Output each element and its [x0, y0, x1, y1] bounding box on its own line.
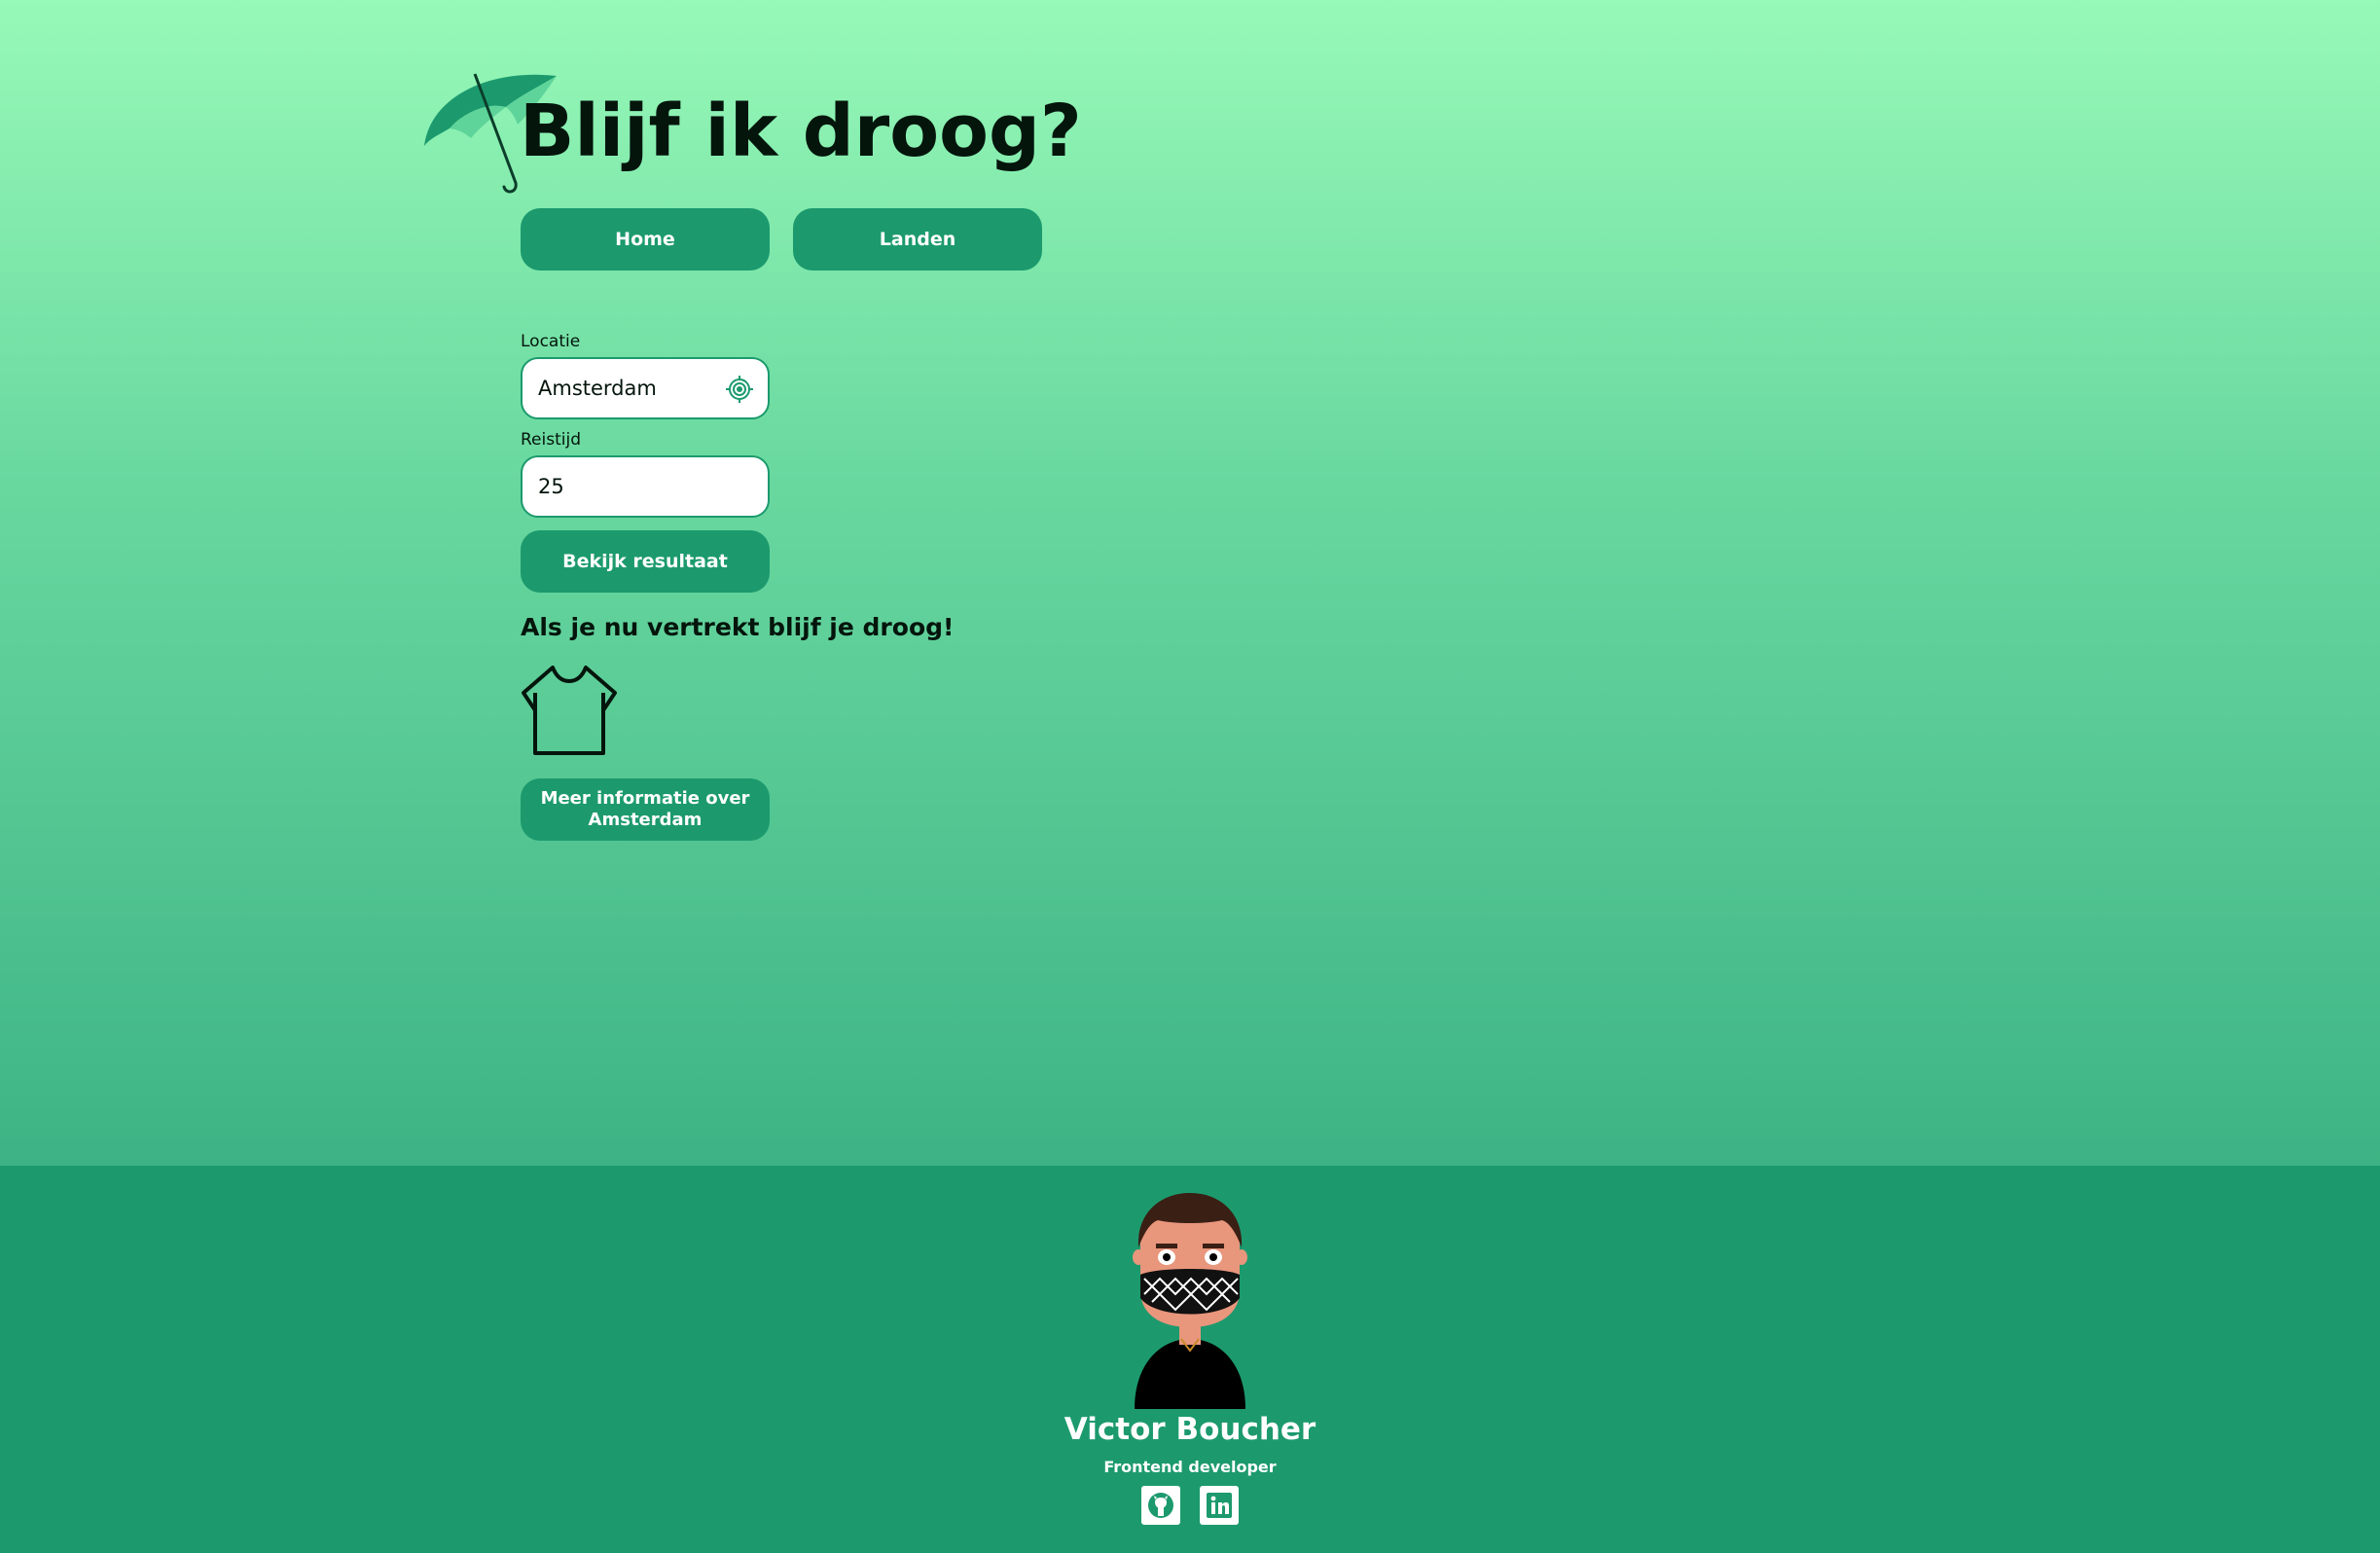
result-message: Als je nu vertrekt blijf je droog! — [521, 613, 955, 641]
travel-time-field[interactable] — [521, 455, 770, 518]
locate-target-icon[interactable] — [725, 375, 754, 404]
location-label: Locatie — [521, 332, 581, 351]
more-info-button[interactable]: Meer informatie over Amsterdam — [521, 778, 770, 841]
developer-role: Frontend developer — [1103, 1458, 1277, 1476]
linkedin-icon — [1207, 1493, 1232, 1518]
travel-time-label: Reistijd — [521, 430, 581, 450]
view-result-button[interactable]: Bekijk resultaat — [521, 530, 770, 593]
location-field[interactable] — [521, 357, 770, 419]
linkedin-link[interactable] — [1200, 1486, 1239, 1525]
main-section: Blijf ik droog? Home Landen Locatie Reis… — [0, 0, 2380, 1166]
github-icon — [1148, 1493, 1173, 1518]
developer-name: Victor Boucher — [1064, 1412, 1316, 1447]
location-input[interactable] — [538, 377, 703, 400]
github-link[interactable] — [1141, 1486, 1180, 1525]
nav-home-button[interactable]: Home — [521, 208, 770, 271]
nav-landen-button[interactable]: Landen — [793, 208, 1042, 271]
site-title: Blijf ik droog? — [520, 90, 1082, 173]
avatar — [1133, 1193, 1247, 1409]
travel-time-input[interactable] — [538, 475, 703, 498]
tshirt-icon — [522, 666, 617, 755]
